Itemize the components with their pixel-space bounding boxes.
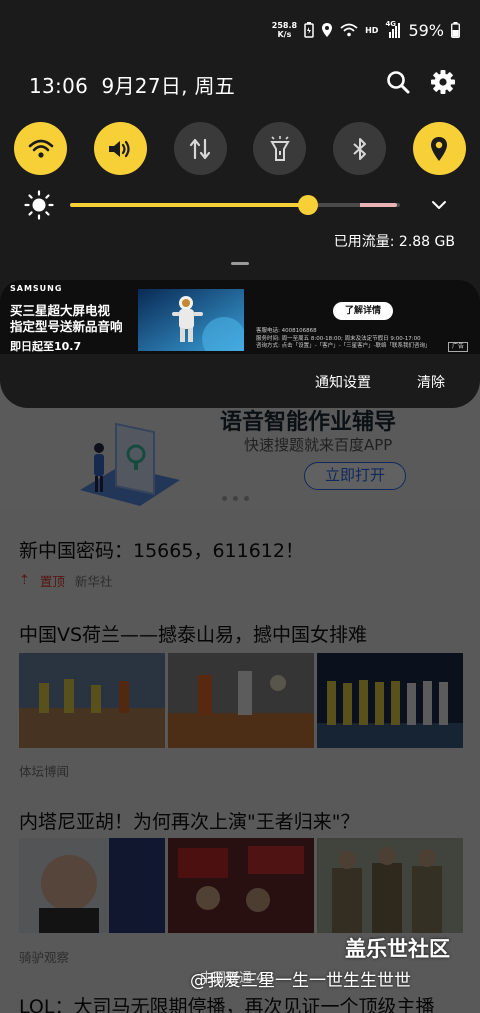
clock-date[interactable]: 13:06 9月27日, 周五	[29, 70, 235, 99]
flashlight-toggle[interactable]	[253, 122, 307, 175]
battery-saver-icon	[304, 22, 314, 38]
news-image	[168, 653, 314, 748]
news-images-2[interactable]	[19, 653, 463, 748]
carrier-caption: 中国联通 4G	[200, 971, 275, 986]
learn-more-button[interactable]: 了解详情	[333, 302, 393, 320]
news-image	[317, 838, 463, 933]
ad-fine-print: 客服电话: 4008106868 服务时间: 周一至周五 8:00-18:00;…	[256, 328, 431, 349]
bluetooth-icon	[353, 137, 366, 160]
notification-shade: 258.8 K/s HD 4G 59% 13:06 9月27日, 周五 已用流量…	[0, 0, 480, 408]
quick-settings	[14, 122, 466, 175]
carousel-dots	[222, 496, 249, 501]
brightness-control	[24, 188, 456, 222]
brightness-auto-range	[360, 203, 397, 207]
network-speed: 258.8 K/s	[271, 21, 298, 39]
news-image	[168, 838, 314, 933]
wifi-toggle[interactable]	[14, 122, 67, 175]
news-image	[19, 653, 165, 748]
clock: 13:06	[29, 74, 89, 98]
news-title-2[interactable]: 中国VS荷兰——撼泰山易，撼中国女排难	[19, 620, 367, 647]
location-icon	[431, 136, 448, 161]
bluetooth-toggle[interactable]	[333, 122, 387, 175]
pin-icon: ⇡	[19, 573, 30, 588]
brightness-fill	[70, 203, 308, 207]
ad-image	[138, 289, 244, 351]
clear-button[interactable]: 清除	[417, 372, 445, 392]
news-title-1[interactable]: 新中国密码：15665，611612！	[19, 536, 304, 563]
brightness-icon	[24, 190, 54, 220]
brightness-slider[interactable]	[70, 203, 400, 207]
drag-handle[interactable]	[231, 262, 249, 265]
news-source: 骑驴观察	[19, 950, 70, 965]
ad-label: 广告	[447, 342, 468, 352]
mobile-data-icon	[189, 138, 211, 159]
location-status-icon	[322, 23, 333, 37]
hd-label: HD	[365, 25, 379, 35]
chevron-down-icon[interactable]	[430, 196, 448, 214]
brightness-thumb[interactable]	[297, 195, 318, 215]
banner-illustration	[80, 422, 180, 506]
mobile-data-toggle[interactable]	[173, 122, 227, 175]
news-meta-1: ⇡ 置顶 新华社	[19, 571, 112, 590]
ad-headline-2: 指定型号送新品音响	[10, 319, 123, 334]
data-usage-text: 已用流量: 2.88 GB	[333, 234, 455, 250]
ad-date: 即日起至10.7	[10, 340, 82, 353]
sound-icon	[109, 140, 130, 157]
background-news-app: 语音智能作业辅导 快速搜题就来百度APP 立即打开 新中国密码：15665，61…	[0, 380, 480, 1013]
news-image	[317, 653, 463, 748]
notification-settings-button[interactable]: 通知设置	[315, 372, 371, 392]
banner-subtitle: 快速搜题就来百度APP	[244, 436, 393, 454]
signal-icon: 4G	[385, 20, 401, 38]
ad-brand: SAMSUNG	[10, 284, 63, 293]
battery-percent: 59%	[408, 20, 444, 40]
gear-icon[interactable]	[429, 68, 457, 96]
news-meta-2: 体坛博闻	[19, 761, 69, 780]
open-app-button[interactable]: 立即打开	[304, 462, 406, 490]
banner-title: 语音智能作业辅导	[220, 410, 397, 435]
wifi-status-icon	[340, 23, 358, 37]
news-meta-3: 骑驴观察	[19, 947, 69, 966]
news-title-4[interactable]: LOL：大司马无限期停播，再次见证一个顶级主播	[19, 992, 434, 1013]
status-bar: 258.8 K/s HD 4G 59%	[272, 18, 460, 42]
date: 9月27日, 周五	[101, 74, 236, 98]
battery-icon	[451, 22, 460, 38]
location-toggle[interactable]	[412, 122, 466, 175]
news-source: 体坛博闻	[19, 764, 70, 779]
sound-toggle[interactable]	[93, 122, 147, 175]
search-icon[interactable]	[384, 68, 412, 96]
watermark-site: 盖乐世社区	[345, 937, 450, 961]
news-images-3[interactable]	[19, 838, 463, 933]
pin-label: 置顶	[39, 574, 65, 589]
news-image	[19, 838, 165, 933]
ad-notification[interactable]: SAMSUNG 买三星超大屏电视 指定型号送新品音响 即日起至10.7 了解详情…	[0, 280, 480, 354]
wifi-icon	[28, 139, 53, 158]
flashlight-icon	[270, 135, 290, 161]
news-title-3[interactable]: 内塔尼亚胡！为何再次上演"王者归来"？	[19, 807, 359, 834]
news-source: 新华社	[74, 574, 113, 589]
